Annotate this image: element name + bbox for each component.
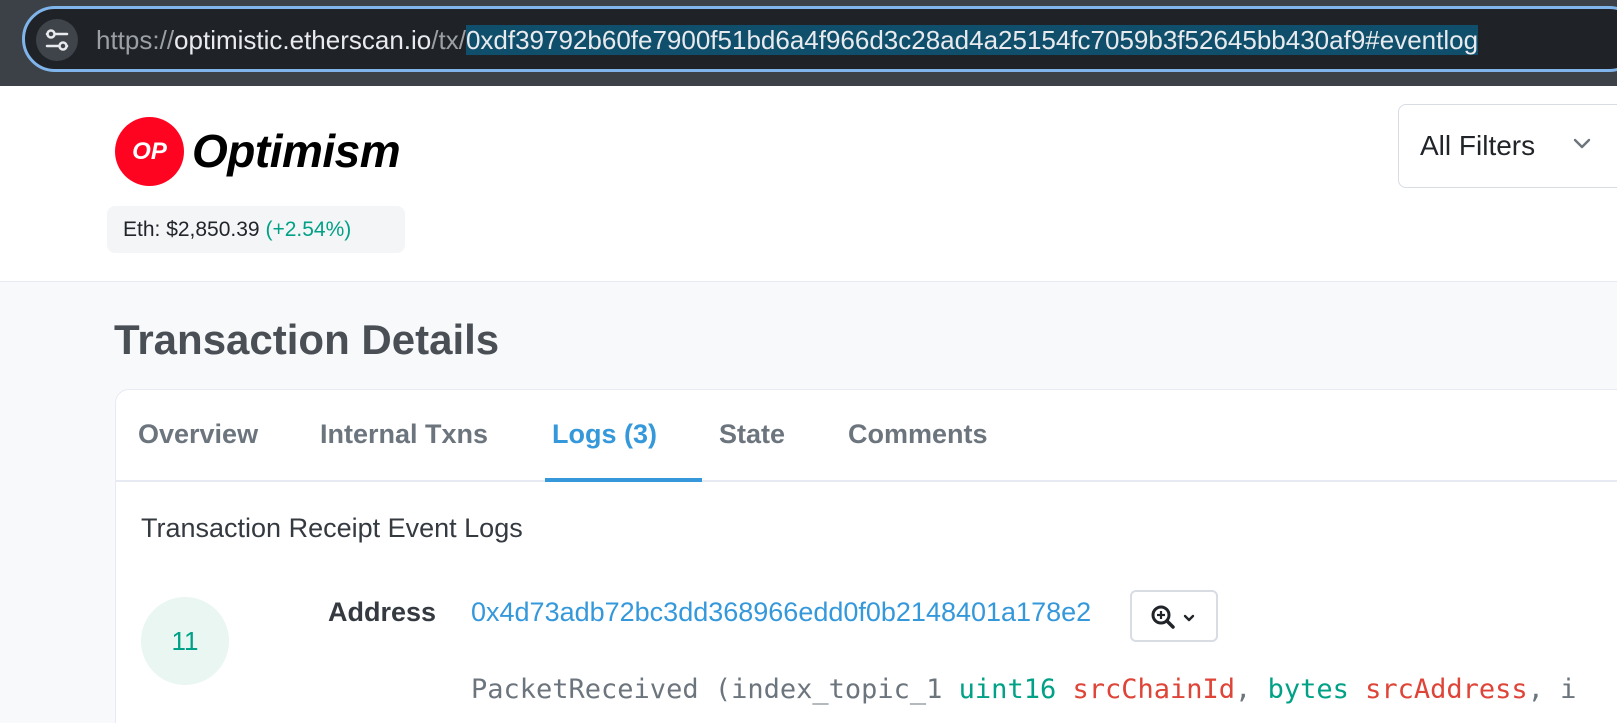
tune-icon[interactable] xyxy=(36,19,78,61)
tab-comments[interactable]: Comments xyxy=(848,418,988,450)
browser-toolbar: https://optimistic.etherscan.io/tx/0xdf3… xyxy=(0,0,1617,86)
param-separator: , xyxy=(1235,674,1268,705)
filter-label: All Filters xyxy=(1420,130,1536,161)
url-host: optimistic.etherscan.io xyxy=(174,25,432,55)
url-text[interactable]: https://optimistic.etherscan.io/tx/0xdf3… xyxy=(96,22,1479,58)
active-tab-indicator xyxy=(545,478,702,482)
logo-text: OP xyxy=(132,138,167,165)
param-type: uint16 xyxy=(958,674,1057,705)
tab-overview[interactable]: Overview xyxy=(138,418,258,450)
eth-price: Eth: $2,850.39 xyxy=(123,218,260,241)
url-path: /tx/ xyxy=(431,25,466,55)
search-filter-dropdown[interactable]: All Filters xyxy=(1398,104,1617,188)
zoom-in-icon xyxy=(1151,605,1195,629)
chevron-down-icon xyxy=(1573,138,1591,149)
optimism-logo[interactable]: OP xyxy=(115,117,184,186)
param-tail: , i xyxy=(1527,674,1577,705)
contract-address-link[interactable]: 0x4d73adb72bc3dd368966edd0f0b2148401a178… xyxy=(471,596,1091,628)
brand-name[interactable]: Optimism xyxy=(192,123,401,179)
param-type: bytes xyxy=(1267,674,1349,705)
section-title: Transaction Receipt Event Logs xyxy=(141,513,523,543)
param-name: srcAddress xyxy=(1365,674,1528,705)
page-title: Transaction Details xyxy=(114,316,500,363)
tab-bar: Overview Internal Txns Logs (3) State Co… xyxy=(116,390,1617,482)
log-index: 11 xyxy=(171,626,199,656)
url-hash: #eventlog xyxy=(1365,25,1479,55)
log-index-badge: 11 xyxy=(141,597,229,685)
tab-internal-txns[interactable]: Internal Txns xyxy=(320,418,488,450)
tab-logs[interactable]: Logs (3) xyxy=(552,418,657,450)
event-name: PacketReceived (index_topic_1 xyxy=(471,674,959,705)
eth-price-change: (+2.54%) xyxy=(265,218,352,241)
address-label: Address xyxy=(328,597,437,627)
url-scheme: https:// xyxy=(96,25,175,55)
transaction-card: Overview Internal Txns Logs (3) State Co… xyxy=(115,389,1617,723)
event-signature: PacketReceived (index_topic_1 uint16 src… xyxy=(471,674,1576,706)
param-name: srcChainId xyxy=(1072,674,1236,705)
address-lookup-button[interactable] xyxy=(1130,590,1218,642)
url-selected-text: 0xdf39792b60fe7900f51bd6a4f966d3c28ad4a2… xyxy=(465,25,1366,55)
eth-price-badge: Eth: $2,850.39 (+2.54%) xyxy=(107,206,405,253)
tab-state[interactable]: State xyxy=(719,418,785,450)
address-bar[interactable]: https://optimistic.etherscan.io/tx/0xdf3… xyxy=(22,6,1617,72)
